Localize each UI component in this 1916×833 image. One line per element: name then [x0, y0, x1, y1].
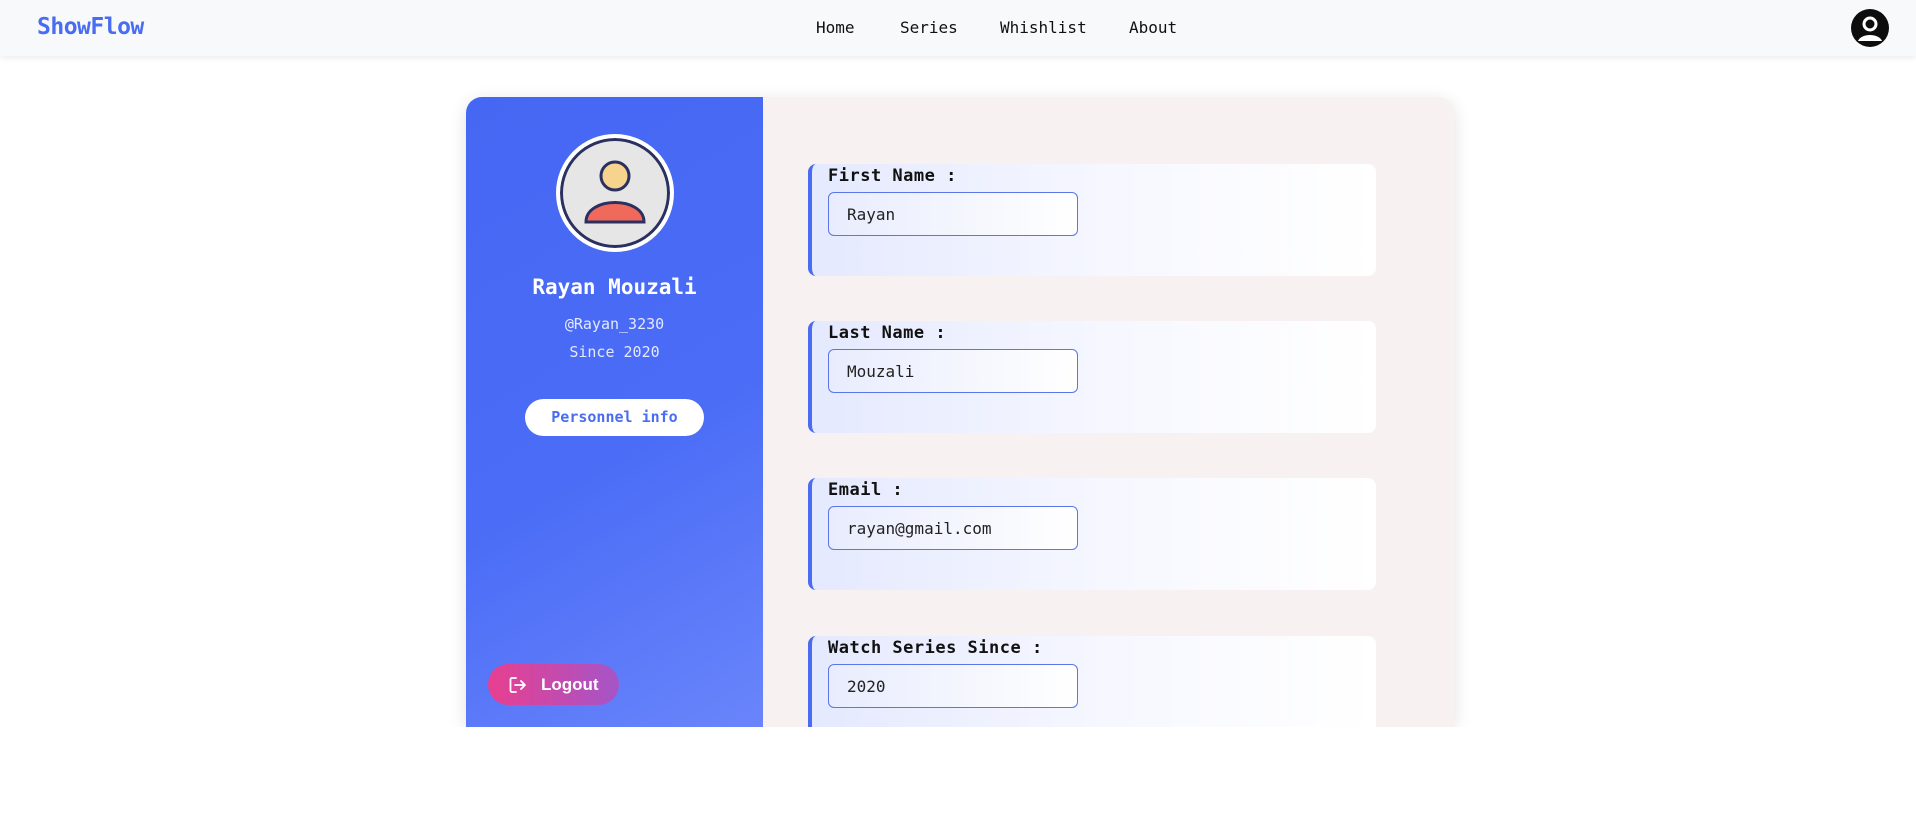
profile-card: Rayan Mouzali @Rayan_3230 Since 2020 Per… [466, 97, 1454, 727]
watch-since-group: Watch Series Since : [808, 636, 1376, 727]
first-name-group: First Name : [808, 164, 1376, 276]
watch-since-input[interactable] [828, 664, 1078, 708]
user-account-icon[interactable] [1851, 9, 1889, 47]
profile-avatar [556, 134, 674, 252]
email-label: Email : [828, 480, 904, 500]
last-name-input[interactable] [828, 349, 1078, 393]
logout-button[interactable]: Logout [488, 664, 619, 705]
profile-sidebar: Rayan Mouzali @Rayan_3230 Since 2020 Per… [466, 97, 763, 727]
profile-name: Rayan Mouzali [532, 275, 697, 299]
page-background-bottom [0, 727, 1916, 833]
top-navbar: ShowFlow Home Series Whishlist About [0, 0, 1916, 56]
email-input[interactable] [828, 506, 1078, 550]
logout-label: Logout [541, 675, 599, 694]
person-avatar-icon [584, 160, 646, 224]
last-name-label: Last Name : [828, 323, 947, 343]
logout-icon [509, 677, 526, 693]
main-nav: Home Series Whishlist About [0, 18, 1916, 38]
profile-since: Since 2020 [569, 343, 660, 361]
user-silhouette-icon [1858, 16, 1882, 41]
last-name-group: Last Name : [808, 321, 1376, 433]
nav-series-link[interactable]: Series [900, 18, 958, 37]
first-name-input[interactable] [828, 192, 1078, 236]
nav-about-link[interactable]: About [1129, 18, 1177, 37]
email-group: Email : [808, 478, 1376, 590]
profile-handle: @Rayan_3230 [564, 315, 665, 333]
nav-home-link[interactable]: Home [816, 18, 855, 37]
first-name-label: First Name : [828, 166, 957, 186]
personnel-info-button[interactable]: Personnel info [525, 399, 704, 436]
watch-since-label: Watch Series Since : [828, 638, 1043, 658]
nav-wishlist-link[interactable]: Whishlist [1000, 18, 1087, 37]
